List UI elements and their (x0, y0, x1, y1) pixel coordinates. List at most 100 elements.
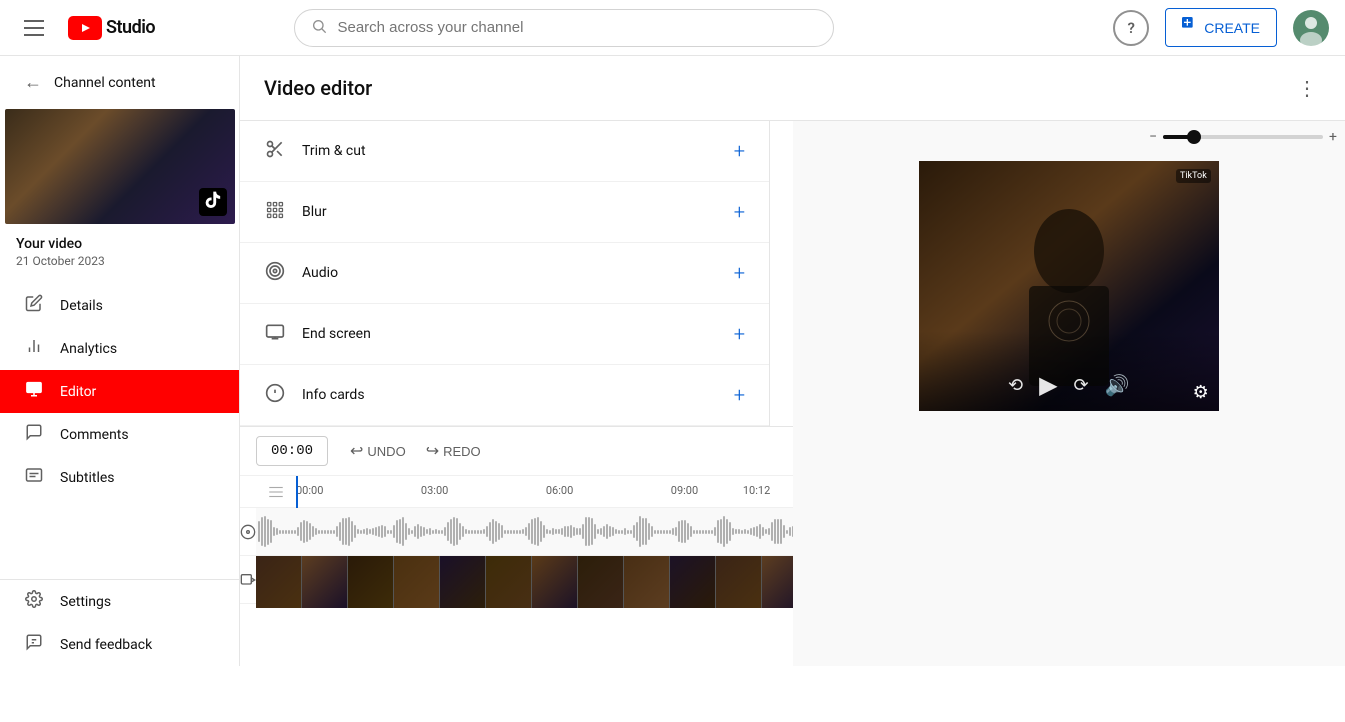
sidebar-item-editor[interactable]: Editor (0, 370, 239, 413)
preview-settings-button[interactable]: ⚙ (1193, 382, 1209, 403)
waveform-bar (690, 526, 692, 536)
sidebar-item-feedback[interactable]: Send feedback (0, 623, 239, 666)
waveform-bar (264, 516, 266, 547)
zoom-out-button[interactable]: − (1149, 129, 1157, 145)
audio-icon (264, 261, 286, 285)
tool-end-screen[interactable]: End screen + (240, 304, 769, 365)
logo-text: Studio (106, 17, 155, 38)
waveform-bar (768, 528, 770, 534)
create-label: CREATE (1204, 20, 1260, 36)
waveform-bar (468, 530, 470, 534)
ruler-spacer (256, 483, 296, 501)
waveform-bar (600, 528, 602, 534)
waveform-bar (336, 526, 338, 538)
zoom-in-button[interactable]: + (1329, 129, 1337, 145)
help-button[interactable]: ? (1113, 10, 1149, 46)
sidebar-item-comments[interactable]: Comments (0, 413, 239, 456)
sidebar-item-analytics[interactable]: Analytics (0, 327, 239, 370)
blur-add-button[interactable]: + (734, 200, 745, 224)
waveform-bar (495, 521, 497, 541)
replay-5-button[interactable]: ⟲ (1008, 375, 1023, 396)
waveform-bar (612, 527, 614, 536)
tool-audio[interactable]: Audio + (240, 243, 769, 304)
end-screen-add-button[interactable]: + (734, 322, 745, 346)
back-icon: ← (24, 72, 42, 93)
avatar[interactable] (1293, 10, 1329, 46)
info-cards-add-button[interactable]: + (734, 383, 745, 407)
waveform-bar (459, 523, 461, 540)
video-info: Your video 21 October 2023 (0, 224, 239, 280)
waveform-bar (543, 525, 545, 538)
volume-button[interactable]: 🔊 (1105, 373, 1130, 397)
zoom-slider[interactable] (1163, 135, 1323, 139)
sidebar-item-settings[interactable]: Settings (0, 580, 239, 623)
zoom-thumb[interactable] (1187, 130, 1201, 144)
search-icon (311, 18, 327, 38)
waveform-bar (618, 530, 620, 534)
more-options-button[interactable]: ⋮ (1293, 72, 1321, 104)
menu-button[interactable] (16, 12, 52, 44)
waveform-bar (372, 528, 374, 536)
play-button[interactable]: ▶ (1039, 371, 1057, 399)
playhead (296, 476, 298, 508)
waveform-bar (453, 517, 455, 547)
waveform-bar (765, 529, 767, 533)
waveform-bar (639, 516, 641, 546)
tool-trim-cut[interactable]: Trim & cut + (240, 121, 769, 182)
waveform-bar (714, 527, 716, 537)
waveform-bar (687, 523, 689, 540)
waveform-bar (534, 518, 536, 544)
time-display: 00:00 (256, 436, 328, 466)
tool-end-screen-left: End screen (264, 322, 371, 346)
undo-icon: ↩ (350, 441, 363, 461)
waveform-bar (444, 527, 446, 535)
info-cards-label: Info cards (302, 387, 365, 403)
search-input[interactable] (337, 19, 817, 36)
waveform-bar (333, 530, 335, 534)
tool-info-cards[interactable]: Info cards + (240, 365, 769, 426)
preview-tiktok-watermark: TikTok (1176, 169, 1211, 183)
analytics-icon (24, 337, 44, 360)
waveform-bar (513, 530, 515, 534)
waveform-bar (645, 518, 647, 545)
video-frame (532, 556, 578, 608)
waveform-bar (510, 530, 512, 534)
sidebar-item-details[interactable]: Details (0, 284, 239, 327)
waveform-bar (480, 530, 482, 534)
ruler-mark-2: 06:00 (546, 484, 573, 497)
channel-content-link[interactable]: ← Channel content (0, 56, 239, 109)
trim-add-button[interactable]: + (734, 139, 745, 163)
tool-blur[interactable]: Blur + (240, 182, 769, 243)
waveform-bar (297, 527, 299, 535)
logo-link[interactable]: Studio (68, 16, 155, 40)
waveform-bar (651, 526, 653, 538)
video-frame (486, 556, 532, 608)
forward-10-button[interactable]: ⟳ (1074, 375, 1089, 396)
waveform-bar (726, 519, 728, 544)
waveform-bar (390, 530, 392, 534)
video-track-icon (240, 556, 256, 604)
waveform-bar (537, 517, 539, 545)
undo-button[interactable]: ↩ UNDO (340, 435, 416, 467)
youtube-logo-icon (68, 16, 102, 40)
waveform-bar (627, 530, 629, 534)
details-icon (24, 294, 44, 317)
waveform-bar (270, 520, 272, 543)
waveform-bar (258, 521, 260, 541)
redo-button[interactable]: ↪ REDO (416, 435, 491, 467)
waveform-bar (369, 529, 371, 533)
waveform-bar (261, 517, 263, 545)
create-button[interactable]: CREATE (1165, 8, 1277, 47)
search-bar[interactable] (294, 9, 834, 47)
audio-add-button[interactable]: + (734, 261, 745, 285)
waveform-bar (378, 526, 380, 537)
waveform-bar (276, 528, 278, 535)
waveform-bar (558, 529, 560, 533)
waveform-bar (525, 527, 527, 535)
waveform-bar (774, 519, 776, 544)
comments-label: Comments (60, 427, 129, 443)
sidebar-item-subtitles[interactable]: Subtitles (0, 456, 239, 499)
waveform-bar (732, 528, 734, 535)
ruler-track: 00:00 03:00 06:00 09:00 10:12 (296, 476, 777, 508)
waveform-bar (303, 520, 305, 543)
